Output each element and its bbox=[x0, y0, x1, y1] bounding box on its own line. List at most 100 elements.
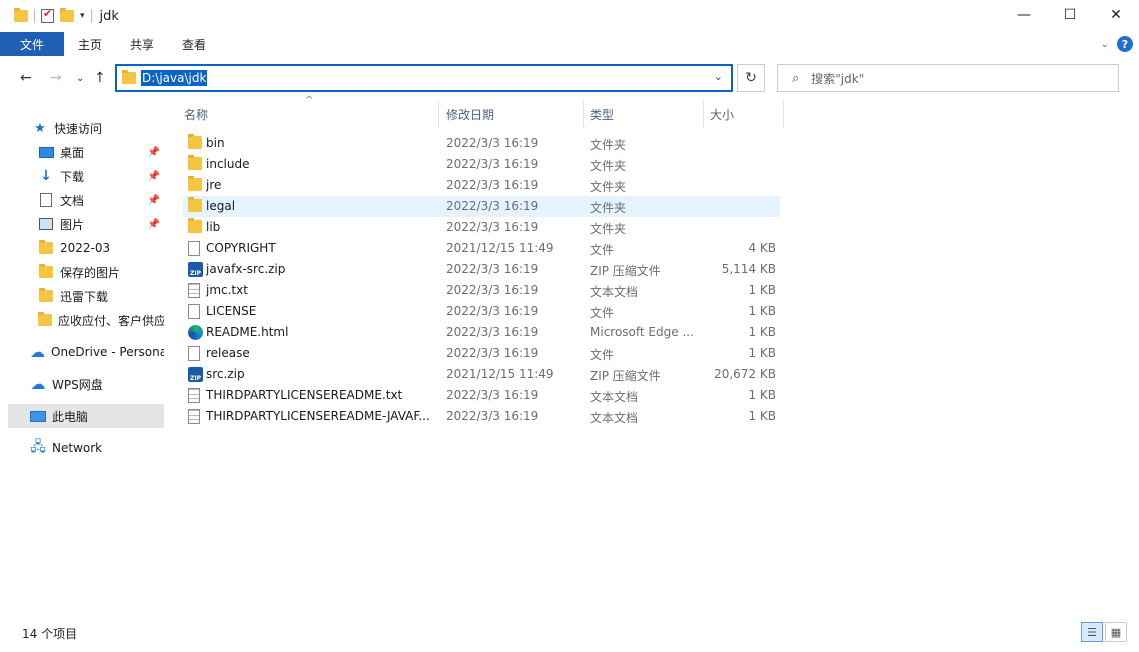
file-date-modified: 2022/3/3 16:19 bbox=[446, 220, 539, 234]
file-date-modified: 2021/12/15 11:49 bbox=[446, 241, 554, 255]
pin-icon[interactable]: 📌 bbox=[148, 219, 160, 230]
column-divider[interactable] bbox=[583, 100, 584, 128]
address-bar[interactable]: D:\java\jdk ⌄ bbox=[115, 64, 733, 92]
folder-icon[interactable] bbox=[14, 8, 28, 22]
column-header-date[interactable]: 修改日期 bbox=[442, 100, 582, 128]
nav-wps-drive[interactable]: ☁ WPS网盘 bbox=[0, 372, 164, 396]
quick-access-toolbar: ▾ bbox=[0, 7, 92, 23]
tab-home[interactable]: 主页 bbox=[64, 32, 116, 56]
file-row[interactable]: include 2022/3/3 16:19 文件夹 bbox=[183, 154, 780, 175]
file-type: 文件夹 bbox=[590, 201, 627, 215]
search-input[interactable]: 搜索"jdk" bbox=[811, 70, 864, 87]
tab-file[interactable]: 文件 bbox=[0, 32, 64, 56]
file-row[interactable]: ZIP src.zip 2021/12/15 11:49 ZIP 压缩文件 20,672… bbox=[183, 364, 780, 385]
file-size: 1 KB bbox=[748, 304, 776, 318]
up-arrow-icon[interactable]: ↑ bbox=[94, 70, 106, 86]
file-row[interactable]: lib 2022/3/3 16:19 文件夹 bbox=[183, 217, 780, 238]
nav-item-label: 图片 bbox=[60, 217, 85, 232]
file-row[interactable]: LICENSE 2022/3/3 16:19 文件 1 KB bbox=[183, 301, 780, 322]
file-row[interactable]: COPYRIGHT 2021/12/15 11:49 文件 4 KB bbox=[183, 238, 780, 259]
details-view-icon[interactable]: ☰ bbox=[1081, 622, 1103, 642]
file-date-modified: 2022/3/3 16:19 bbox=[446, 199, 539, 213]
separator bbox=[90, 9, 92, 23]
nav-folder-saved-pictures[interactable]: 保存的图片 bbox=[0, 260, 164, 284]
file-type: 文件夹 bbox=[590, 222, 627, 236]
file-name: LICENSE bbox=[206, 304, 257, 318]
file-row[interactable]: THIRDPARTYLICENSEREADME.txt 2022/3/3 16:1… bbox=[183, 385, 780, 406]
file-row[interactable]: ZIP javafx-src.zip 2022/3/3 16:19 ZIP 压缩文件 5… bbox=[183, 259, 780, 280]
address-path[interactable]: D:\java\jdk bbox=[141, 70, 208, 86]
file-list: ^ 名称 修改日期 类型 大小 bin 2022/3/3 16:19 文件夹 incl… bbox=[180, 95, 1139, 620]
nav-item-label: OneDrive - Persona bbox=[51, 345, 164, 359]
nav-item-label: 2022-03 bbox=[60, 241, 111, 255]
file-row[interactable]: jre 2022/3/3 16:19 文件夹 bbox=[183, 175, 780, 196]
file-row[interactable]: bin 2022/3/3 16:19 文件夹 bbox=[183, 133, 780, 154]
pin-icon[interactable]: 📌 bbox=[148, 171, 160, 182]
forward-arrow-icon[interactable]: → bbox=[50, 70, 62, 86]
chevron-down-icon[interactable]: ⌄ bbox=[714, 70, 723, 83]
text-file-icon bbox=[188, 388, 200, 403]
column-divider[interactable] bbox=[783, 100, 784, 128]
file-date-modified: 2022/3/3 16:19 bbox=[446, 304, 539, 318]
nav-folder-thunder-downloads[interactable]: 迅雷下载 bbox=[0, 284, 164, 308]
file-row[interactable]: jmc.txt 2022/3/3 16:19 文本文档 1 KB bbox=[183, 280, 780, 301]
nav-downloads[interactable]: ↓ 下载 📌 bbox=[0, 164, 164, 188]
file-row[interactable]: README.html 2022/3/3 16:19 Microsoft Edge … bbox=[183, 322, 780, 343]
recent-locations-icon[interactable]: ⌄ bbox=[76, 73, 84, 84]
properties-icon[interactable] bbox=[41, 7, 54, 23]
nav-documents[interactable]: 文档 📌 bbox=[0, 188, 164, 212]
file-name: README.html bbox=[206, 325, 289, 339]
file-type: ZIP 压缩文件 bbox=[590, 264, 661, 278]
folder-icon bbox=[188, 176, 202, 191]
nav-quick-access[interactable]: ★ 快速访问 bbox=[0, 116, 164, 140]
nav-pictures[interactable]: 图片 📌 bbox=[0, 212, 164, 236]
folder-icon bbox=[188, 134, 202, 149]
search-box[interactable]: ⌕ 搜索"jdk" bbox=[777, 64, 1119, 92]
file-type: 文本文档 bbox=[590, 285, 639, 299]
back-arrow-icon[interactable]: ← bbox=[20, 70, 32, 86]
title-bar: ▾ jdk — ☐ ✕ bbox=[0, 0, 1139, 32]
nav-folder-receivables[interactable]: 应收应付、客户供应 bbox=[0, 308, 164, 332]
nav-item-label: 此电脑 bbox=[52, 409, 89, 424]
file-date-modified: 2022/3/3 16:19 bbox=[446, 157, 539, 171]
column-header-name[interactable]: 名称 bbox=[180, 100, 438, 128]
nav-onedrive[interactable]: ☁ OneDrive - Persona bbox=[0, 340, 164, 364]
minimize-button[interactable]: — bbox=[1001, 0, 1047, 30]
item-count: 14 个项目 bbox=[22, 627, 78, 641]
file-icon bbox=[188, 241, 200, 256]
pin-icon[interactable]: 📌 bbox=[148, 195, 160, 206]
column-divider[interactable] bbox=[703, 100, 704, 128]
expand-ribbon-icon[interactable]: ⌄ bbox=[1101, 39, 1109, 50]
file-size: 4 KB bbox=[748, 241, 776, 255]
pin-icon[interactable]: 📌 bbox=[148, 147, 160, 158]
nav-desktop[interactable]: 桌面 📌 bbox=[0, 140, 164, 164]
navigation-bar: ← → ⌄ ↑ D:\java\jdk ⌄ ↻ ⌕ 搜索"jdk" bbox=[0, 62, 1139, 94]
nav-item-label: 桌面 bbox=[60, 145, 85, 160]
column-header-type[interactable]: 类型 bbox=[586, 100, 702, 128]
file-type: 文件夹 bbox=[590, 138, 627, 152]
nav-this-pc[interactable]: 此电脑 bbox=[8, 404, 164, 428]
file-name: release bbox=[206, 346, 250, 360]
file-row[interactable]: release 2022/3/3 16:19 文件 1 KB bbox=[183, 343, 780, 364]
maximize-button[interactable]: ☐ bbox=[1047, 0, 1093, 30]
column-header-size[interactable]: 大小 bbox=[706, 100, 782, 128]
customize-toolbar-icon[interactable]: ▾ bbox=[80, 11, 85, 21]
file-date-modified: 2022/3/3 16:19 bbox=[446, 283, 539, 297]
nav-folder-2022-03[interactable]: 2022-03 bbox=[0, 236, 164, 260]
search-icon: ⌕ bbox=[792, 70, 800, 86]
file-row[interactable]: THIRDPARTYLICENSEREADME-JAVAF... 2022/3/3… bbox=[183, 406, 780, 427]
file-row[interactable]: legal 2022/3/3 16:19 文件夹 bbox=[183, 196, 780, 217]
column-divider[interactable] bbox=[438, 100, 439, 128]
refresh-button[interactable]: ↻ bbox=[737, 64, 765, 92]
tab-view[interactable]: 查看 bbox=[168, 32, 220, 56]
nav-network[interactable]: 🖧 Network bbox=[0, 436, 164, 460]
file-date-modified: 2022/3/3 16:19 bbox=[446, 178, 539, 192]
help-icon[interactable]: ? bbox=[1117, 36, 1133, 52]
file-date-modified: 2022/3/3 16:19 bbox=[446, 346, 539, 360]
file-date-modified: 2022/3/3 16:19 bbox=[446, 325, 539, 339]
new-folder-icon[interactable] bbox=[60, 8, 74, 22]
large-icons-view-icon[interactable]: ▦ bbox=[1105, 622, 1127, 642]
close-button[interactable]: ✕ bbox=[1093, 0, 1139, 30]
tab-share[interactable]: 共享 bbox=[116, 32, 168, 56]
file-size: 1 KB bbox=[748, 409, 776, 423]
